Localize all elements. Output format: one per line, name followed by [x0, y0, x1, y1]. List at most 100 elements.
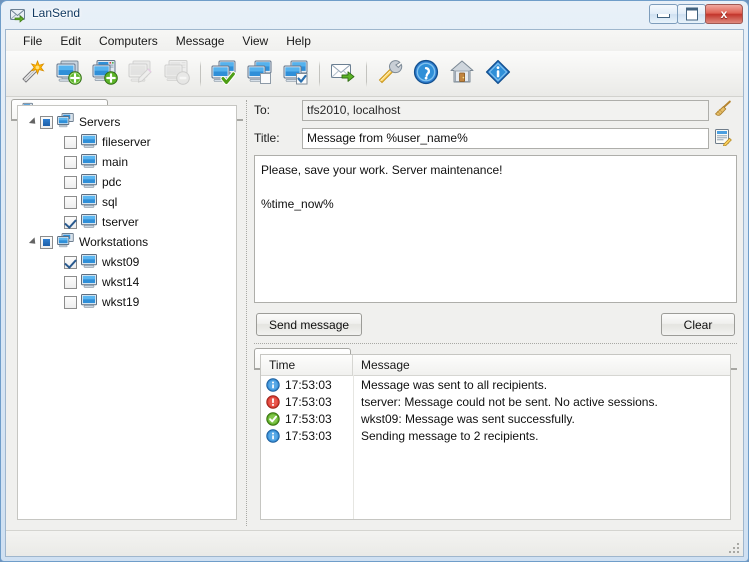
tree-indent-spacer	[50, 175, 64, 189]
options-button[interactable]	[372, 56, 408, 92]
tree-item-label: main	[102, 155, 128, 169]
menu-message[interactable]: Message	[167, 31, 234, 51]
tree-item-servers[interactable]: Servers	[18, 112, 236, 132]
checkbox-workstations[interactable]	[40, 236, 53, 249]
tree-item-sql[interactable]: sql	[18, 192, 236, 212]
computer-icon	[81, 214, 97, 231]
toolbar-separator	[319, 61, 320, 87]
log-row[interactable]: 17:53:03Sending message to 2 recipients.	[261, 427, 730, 444]
horizontal-splitter[interactable]	[254, 343, 737, 345]
log-message: Message was sent to all recipients.	[353, 378, 730, 392]
clear-recipients-button[interactable]	[709, 100, 737, 121]
checkbox-main[interactable]	[64, 156, 77, 169]
column-header-message[interactable]: Message	[353, 355, 730, 375]
expander-icon[interactable]	[26, 235, 40, 249]
log-list[interactable]: Time Message 17:53:03 Message was sent to…	[260, 354, 731, 520]
to-label: To:	[254, 103, 302, 117]
title-template-button[interactable]	[709, 128, 737, 149]
log-time: 17:53:03	[285, 412, 353, 426]
add-computer-button[interactable]	[51, 56, 87, 92]
tree-item-wkst14[interactable]: wkst14	[18, 272, 236, 292]
delete-computer-button[interactable]	[159, 56, 195, 92]
tree-item-main[interactable]: main	[18, 152, 236, 172]
tree-item-label: fileserver	[102, 135, 151, 149]
client-area: File Edit Computers Message View Help	[5, 29, 744, 557]
tree-item-workstations[interactable]: Workstations	[18, 232, 236, 252]
vertical-splitter[interactable]	[246, 100, 252, 526]
edit-computer-button[interactable]	[123, 56, 159, 92]
computer-icon	[81, 194, 97, 211]
computer-icon	[81, 294, 97, 311]
send-message-button[interactable]	[325, 56, 361, 92]
error-icon	[261, 395, 285, 409]
checkbox-wkst14[interactable]	[64, 276, 77, 289]
menu-view[interactable]: View	[233, 31, 277, 51]
computer-icon	[81, 274, 97, 291]
tree-item-label: pdc	[102, 175, 121, 189]
computers-tree[interactable]: Servers fileserver main pdc sql tserver …	[17, 105, 237, 520]
home-button[interactable]	[444, 56, 480, 92]
computer-icon	[81, 174, 97, 191]
tree-item-wkst19[interactable]: wkst19	[18, 292, 236, 312]
about-button[interactable]	[480, 56, 516, 92]
message-body-input[interactable]	[254, 155, 737, 303]
checkbox-sql[interactable]	[64, 196, 77, 209]
help-button[interactable]	[408, 56, 444, 92]
app-window: LanSend x File Edit Computers Message Vi…	[0, 0, 749, 562]
tree-item-tserver[interactable]: tserver	[18, 212, 236, 232]
checkbox-servers[interactable]	[40, 116, 53, 129]
tree-item-pdc[interactable]: pdc	[18, 172, 236, 192]
tree-item-label: wkst19	[102, 295, 139, 309]
log-rows: 17:53:03 Message was sent to all recipien…	[261, 376, 730, 444]
uncheck-all-computers-icon	[247, 59, 273, 88]
minimize-button[interactable]	[649, 4, 678, 24]
menu-help[interactable]: Help	[277, 31, 320, 51]
close-icon: x	[706, 7, 742, 21]
title-input[interactable]	[302, 128, 709, 149]
title-label: Title:	[254, 131, 302, 145]
select-none-button[interactable]	[242, 56, 278, 92]
computer-group-icon	[57, 233, 74, 251]
computer-icon	[81, 254, 97, 271]
log-row[interactable]: 17:53:03tserver: Message could not be se…	[261, 393, 730, 410]
tree-indent-spacer	[50, 135, 64, 149]
wizard-button[interactable]	[15, 56, 51, 92]
log-time: 17:53:03	[285, 429, 353, 443]
menu-computers[interactable]: Computers	[90, 31, 167, 51]
menu-file[interactable]: File	[14, 31, 51, 51]
checkbox-fileserver[interactable]	[64, 136, 77, 149]
checkbox-pdc[interactable]	[64, 176, 77, 189]
checkbox-tserver[interactable]	[64, 216, 77, 229]
checkbox-wkst19[interactable]	[64, 296, 77, 309]
tree-indent-spacer	[50, 195, 64, 209]
magic-wand-icon	[20, 59, 46, 88]
check-all-computers-icon	[211, 59, 237, 88]
tree-item-label: sql	[102, 195, 117, 209]
tree-item-wkst09[interactable]: wkst09	[18, 252, 236, 272]
checkbox-wkst09[interactable]	[64, 256, 77, 269]
log-panel: Application log Time Message 17:53:03Mes…	[254, 348, 737, 526]
select-all-button[interactable]	[206, 56, 242, 92]
tree-item-label: wkst09	[102, 255, 139, 269]
to-row: To:	[254, 99, 737, 121]
tree-indent-spacer	[50, 295, 64, 309]
computer-icon	[81, 154, 97, 171]
to-input[interactable]	[302, 100, 709, 121]
log-message: wkst09: Message was sent successfully.	[353, 412, 730, 426]
log-row[interactable]: 17:53:03Message was sent to all recipien…	[261, 376, 730, 393]
clear-button[interactable]: Clear	[661, 313, 735, 336]
log-row[interactable]: 17:53:03wkst09: Message was sent success…	[261, 410, 730, 427]
maximize-button[interactable]	[677, 4, 706, 24]
invert-selection-button[interactable]	[278, 56, 314, 92]
add-group-button[interactable]	[87, 56, 123, 92]
column-header-time[interactable]: Time	[261, 355, 353, 375]
menu-edit[interactable]: Edit	[51, 31, 90, 51]
add-group-icon	[92, 59, 118, 88]
message-panel: To: Title:	[254, 99, 737, 526]
tree-item-fileserver[interactable]: fileserver	[18, 132, 236, 152]
expander-icon[interactable]	[26, 115, 40, 129]
close-button[interactable]: x	[705, 4, 743, 24]
resize-grip-icon[interactable]	[728, 542, 740, 554]
edit-computer-icon	[128, 59, 154, 88]
send-message-action-button[interactable]: Send message	[256, 313, 362, 336]
